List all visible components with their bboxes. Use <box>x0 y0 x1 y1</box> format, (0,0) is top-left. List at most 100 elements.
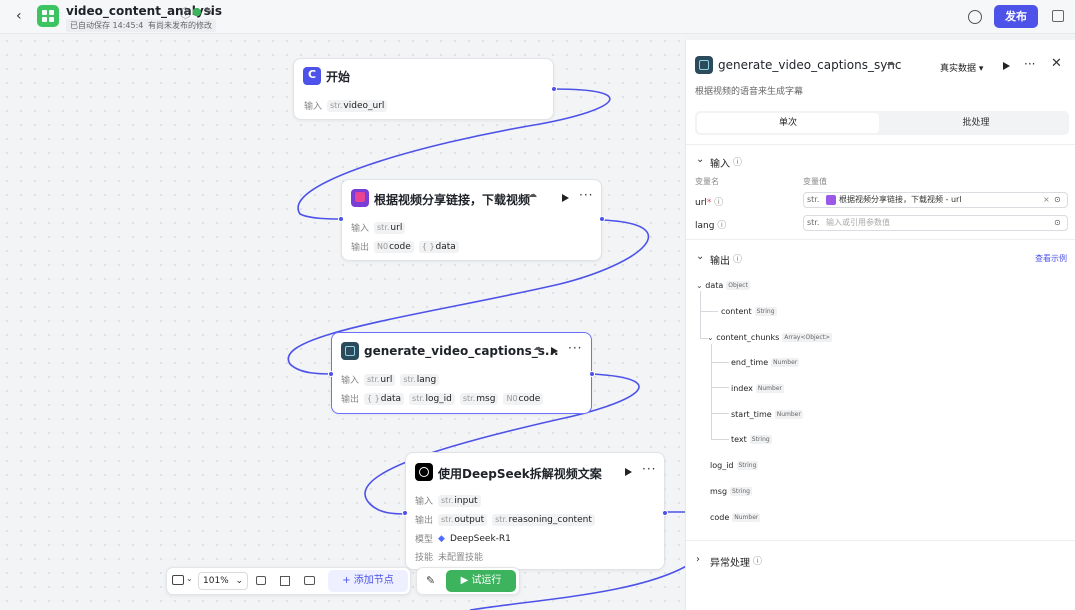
verified-icon: ● <box>192 5 202 18</box>
comment-icon[interactable] <box>256 576 266 585</box>
plus-icon: + <box>342 575 354 586</box>
more-options-icon[interactable]: ··· <box>642 462 656 476</box>
tree-node-text: text String <box>731 435 772 444</box>
skill-label: 技能 <box>415 553 434 563</box>
workflow-canvas[interactable]: C 开始 输入 str.video_url 根据视频分享链接，下载视频 ☁ ··… <box>0 34 685 610</box>
tree-line <box>711 344 712 440</box>
minimap-icon[interactable] <box>172 575 184 585</box>
back-arrow-icon[interactable]: ‹ <box>16 9 30 23</box>
divider <box>686 239 1075 240</box>
node-inputs-row: 输入 str.video_url <box>304 99 388 112</box>
panel-description: 根据视频的语音来生成字幕 <box>695 87 804 97</box>
output-port[interactable] <box>589 371 595 377</box>
output-port[interactable] <box>662 510 668 516</box>
chevron-down-icon[interactable]: ⌄ <box>696 154 704 165</box>
param-tag: str.input <box>438 494 481 507</box>
clear-icon[interactable]: × <box>1043 193 1050 207</box>
input-port[interactable] <box>338 216 344 222</box>
divider <box>686 144 1075 145</box>
start-icon: C <box>303 67 321 85</box>
info-icon[interactable]: ⓘ <box>733 252 742 265</box>
node-deepseek[interactable]: 使用DeepSeek拆解视频文案 ··· 输入 str.input 输出 str… <box>405 452 665 570</box>
node-generate-captions[interactable]: generate_video_captions_s... ☁ ··· 输入 st… <box>331 332 592 414</box>
more-options-icon[interactable]: ··· <box>1024 57 1035 71</box>
input-port[interactable] <box>328 371 334 377</box>
param-tag: { }data <box>418 240 459 253</box>
settings-icon[interactable]: ⊙ <box>1054 193 1061 207</box>
test-run-button[interactable]: ▶ 试运行 <box>446 570 516 592</box>
node-outputs-row: 输出 { }data str.log_id str.msg N0code <box>341 392 544 405</box>
add-node-label: 添加节点 <box>353 575 394 586</box>
tree-line <box>700 311 718 312</box>
info-icon[interactable]: ⓘ <box>733 155 742 168</box>
more-options-icon[interactable]: ··· <box>579 188 593 202</box>
play-icon: ▶ <box>460 575 472 586</box>
column-name-header: 变量名 <box>695 177 719 186</box>
param-tag: str.video_url <box>327 99 388 112</box>
test-run-label: 试运行 <box>471 575 502 586</box>
add-node-button[interactable]: + 添加节点 <box>328 570 408 592</box>
image-icon[interactable] <box>304 576 315 585</box>
edit-icon[interactable]: ✎ <box>204 5 213 18</box>
ref-value: 根据视频分享链接，下载视频 - url <box>839 195 962 204</box>
param-tag: { }data <box>364 392 405 405</box>
settings-icon[interactable]: ⊙ <box>1054 216 1061 230</box>
param-tag: str.url <box>364 373 396 386</box>
output-label: 输出 <box>415 516 434 526</box>
input-label: 输入 <box>341 376 360 386</box>
node-inputs-row: 输入 str.input <box>415 494 481 507</box>
param-tag: str.output <box>438 513 488 526</box>
info-icon[interactable]: ⓘ <box>753 554 762 567</box>
input-port[interactable] <box>402 510 408 516</box>
chevron-down-icon[interactable]: ⌄ <box>696 251 704 262</box>
llm-icon <box>415 463 433 481</box>
node-title: 根据视频分享链接，下载视频 <box>374 193 531 207</box>
lang-value-field[interactable]: str. 输入或引用参数值 ⊙ <box>803 215 1068 231</box>
node-title: 使用DeepSeek拆解视频文案 <box>438 467 602 481</box>
more-options-icon[interactable]: ··· <box>568 341 582 355</box>
close-icon[interactable]: ✕ <box>1051 56 1062 71</box>
output-port[interactable] <box>599 216 605 222</box>
chevron-right-icon[interactable]: › <box>696 554 700 565</box>
chevron-down-icon[interactable]: ⌄ <box>186 574 193 583</box>
url-value-field[interactable]: str. 根据视频分享链接，下载视频 - url × ⊙ <box>803 192 1068 208</box>
skill-value: 未配置技能 <box>438 553 484 563</box>
publish-button[interactable]: 发布 <box>994 5 1038 28</box>
param-tag: str.lang <box>400 373 440 386</box>
cloud-icon: ☁ <box>886 58 895 68</box>
view-example-link[interactable]: 查看示例 <box>1035 253 1067 264</box>
tree-line <box>711 439 729 440</box>
node-download-video[interactable]: 根据视频分享链接，下载视频 ☁ ··· 输入 str.url 输出 N0code… <box>341 179 602 261</box>
data-mode-select[interactable]: 真实数据 ▾ <box>940 61 983 74</box>
exception-section-title: 异常处理 <box>710 558 750 569</box>
data-mode-label: 真实数据 <box>940 64 977 74</box>
output-section-title: 输出 <box>710 256 730 267</box>
cloud-icon: ☁ <box>528 190 537 200</box>
tab-single[interactable]: 单次 <box>697 113 879 133</box>
node-outputs-row: 输出 str.output str.reasoning_content <box>415 513 595 526</box>
cloud-icon: ☁ <box>533 343 542 353</box>
tab-batch[interactable]: 批处理 <box>885 113 1067 133</box>
captions-plugin-icon <box>695 56 713 74</box>
param-tag: str.msg <box>459 392 499 405</box>
run-node-icon[interactable] <box>1003 62 1010 70</box>
run-node-icon[interactable] <box>551 347 558 355</box>
output-label: 输出 <box>351 243 370 253</box>
debug-tool-icon[interactable]: ✎ <box>426 574 435 587</box>
node-inputs-row: 输入 str.url str.lang <box>341 373 440 386</box>
copy-icon[interactable] <box>1052 10 1064 22</box>
input-label: 输入 <box>304 102 323 112</box>
zoom-value: 101% <box>203 576 229 586</box>
run-node-icon[interactable] <box>625 468 632 476</box>
history-icon[interactable] <box>968 10 982 24</box>
param-tag: N0code <box>374 240 414 253</box>
param-tag: str.url <box>374 221 406 234</box>
plugin-icon <box>826 195 836 205</box>
node-start[interactable]: C 开始 输入 str.video_url <box>293 58 554 120</box>
zoom-select[interactable]: 101% ⌄ <box>198 572 248 590</box>
run-node-icon[interactable] <box>562 194 569 202</box>
node-inputs-row: 输入 str.url <box>351 221 406 234</box>
tree-node-content-chunks: ⌄ content_chunks Array<Object> <box>707 333 833 342</box>
output-port[interactable] <box>551 86 557 92</box>
layout-icon[interactable] <box>280 576 290 586</box>
